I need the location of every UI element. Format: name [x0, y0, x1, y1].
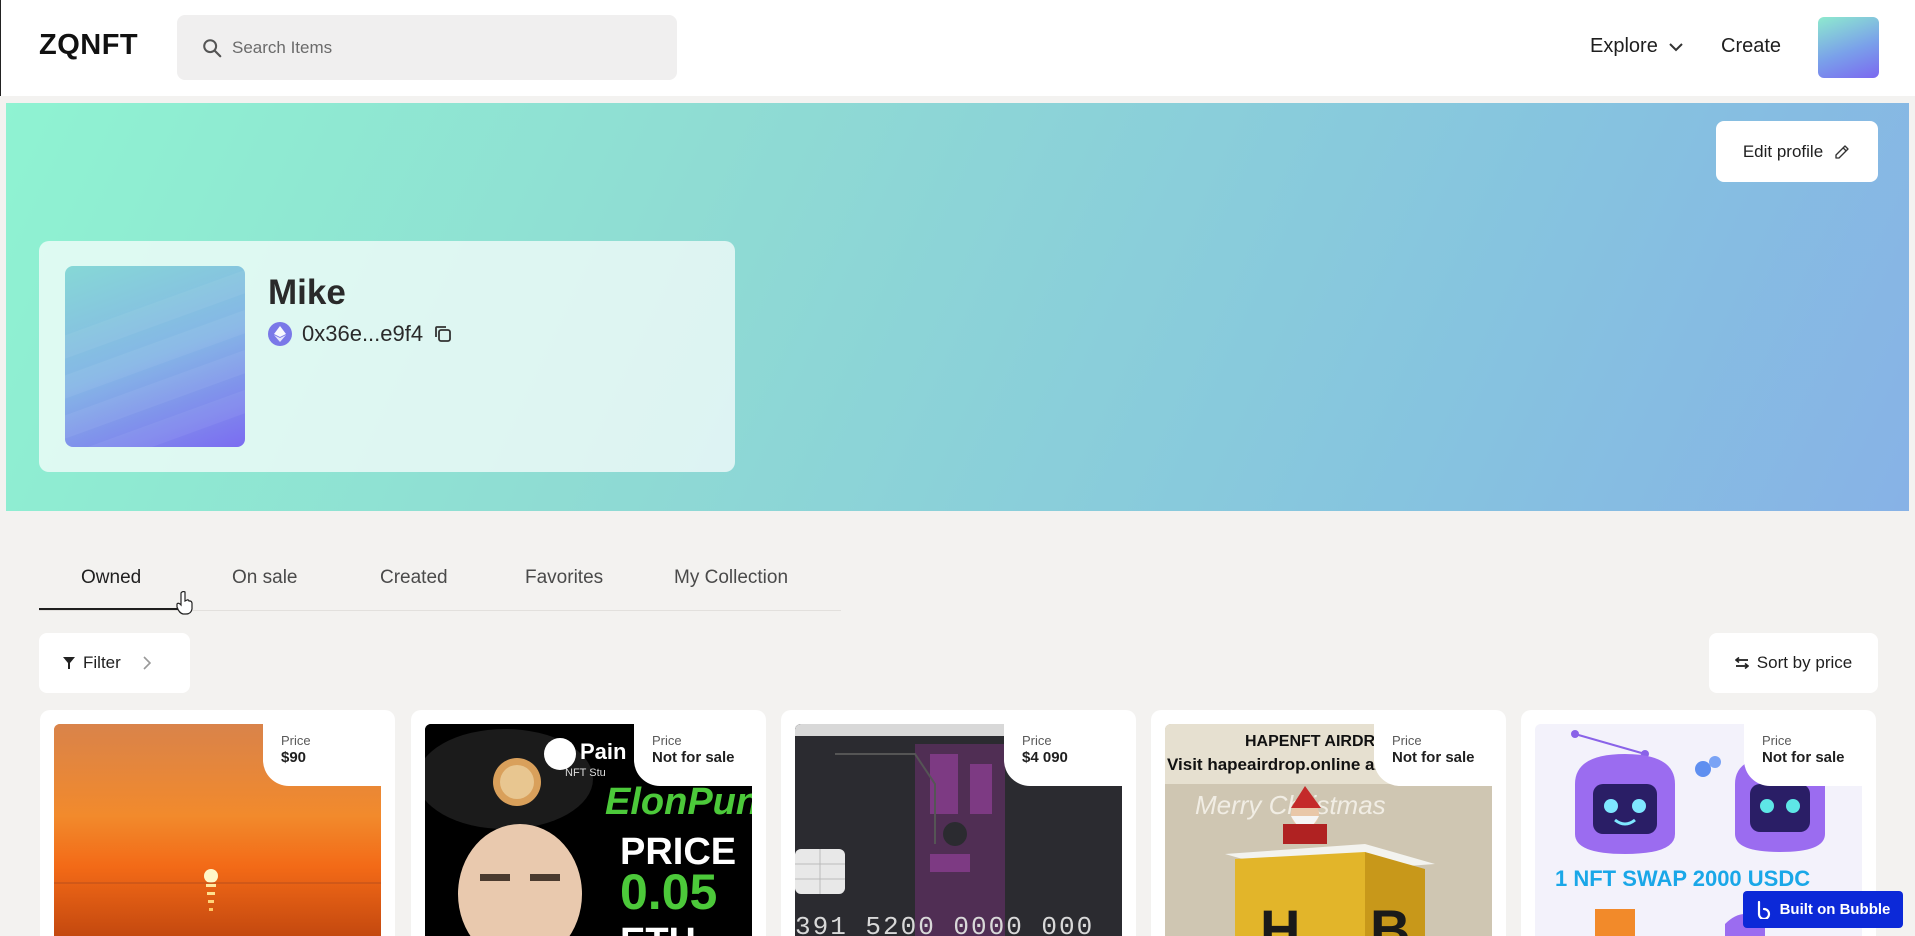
profile-name: Mike: [268, 273, 346, 312]
site-logo[interactable]: ZQNFT: [39, 29, 138, 62]
price-value: $4 090: [1022, 749, 1068, 766]
image-text: NFT Stu: [565, 767, 606, 779]
search-input[interactable]: [232, 15, 662, 80]
tab-my-collection[interactable]: My Collection: [674, 567, 788, 589]
filter-label: Filter: [83, 653, 121, 672]
price-label: Price: [1022, 733, 1052, 748]
image-text: H: [1260, 898, 1300, 936]
image-text: 1 NFT SWAP 2000 USDC: [1555, 866, 1810, 891]
tab-owned[interactable]: Owned: [81, 567, 141, 589]
edit-profile-button[interactable]: Edit profile: [1716, 121, 1878, 182]
profile-card: Mike 0x36e...e9f4: [39, 241, 735, 472]
sort-by-price-button[interactable]: Sort by price: [1709, 633, 1878, 693]
image-text: Pain: [580, 739, 626, 764]
edit-profile-label: Edit profile: [1742, 141, 1824, 161]
ethereum-icon: [268, 322, 292, 346]
image-text: ElonPunk: [605, 781, 752, 823]
chevron-down-icon: [1669, 42, 1683, 51]
filter-icon: [63, 657, 75, 669]
price-value: Not for sale: [1392, 749, 1475, 766]
image-text: Visit hapeairdrop.online an: [1167, 755, 1385, 774]
built-on-bubble-badge[interactable]: Built on Bubble: [1743, 891, 1903, 928]
nft-card[interactable]: HAPENFT AIRDR Visit hapeairdrop.online a…: [1151, 710, 1506, 936]
copy-icon[interactable]: [433, 324, 453, 344]
price-value: Not for sale: [652, 749, 735, 766]
top-header: ZQNFT Explore Create: [0, 0, 1915, 96]
nav-create[interactable]: Create: [1721, 35, 1781, 58]
image-text: ETH: [620, 921, 696, 936]
price-value: $90: [281, 749, 307, 766]
tab-created[interactable]: Created: [380, 567, 448, 589]
image-text: 391 5200 0000 000: [795, 912, 1094, 936]
user-avatar[interactable]: [1818, 17, 1879, 78]
image-text: Merry Christmas: [1195, 790, 1386, 820]
image-text: 0.05: [620, 864, 717, 920]
price-tag: Price $90: [263, 724, 381, 786]
price-label: Price: [281, 733, 311, 748]
nav-explore[interactable]: Explore: [1590, 35, 1684, 58]
price-tag: Price Not for sale: [1744, 724, 1862, 786]
sort-icon: [1734, 657, 1749, 669]
price-label: Price: [652, 733, 682, 748]
nav-explore-label: Explore: [1590, 35, 1658, 57]
chevron-right-icon: [143, 656, 151, 670]
pencil-icon: [1835, 144, 1849, 159]
price-tag: Price $4 090: [1004, 724, 1122, 786]
nft-card[interactable]: Pain NFT Stu ElonPunk PRICE 0.05 ETH Pri…: [411, 710, 766, 936]
filter-button[interactable]: Filter: [39, 633, 190, 693]
built-on-bubble-label: Built on Bubble: [1779, 901, 1891, 918]
wallet-address: 0x36e...e9f4: [268, 321, 453, 347]
image-text: B: [1370, 898, 1410, 936]
hand-cursor-icon: [176, 591, 193, 615]
price-tag: Price Not for sale: [1374, 724, 1492, 786]
wallet-address-text: 0x36e...e9f4: [302, 321, 424, 346]
tab-favorites[interactable]: Favorites: [525, 567, 603, 589]
image-text: HAPENFT AIRDR: [1245, 733, 1376, 750]
nft-card[interactable]: Price $90: [40, 710, 395, 936]
price-label: Price: [1392, 733, 1422, 748]
price-tag: Price Not for sale: [634, 724, 752, 786]
search-bar[interactable]: [177, 15, 677, 80]
sort-label: Sort by price: [1756, 653, 1853, 672]
price-label: Price: [1762, 733, 1792, 748]
profile-avatar: [65, 266, 245, 447]
search-icon: [203, 39, 222, 58]
profile-tabs: Owned On sale Created Favorites My Colle…: [39, 552, 841, 611]
nft-card[interactable]: 391 5200 0000 000 Price $4 090: [781, 710, 1136, 936]
bubble-logo-icon: [1757, 900, 1770, 919]
active-tab-indicator: [39, 608, 185, 610]
tab-on-sale[interactable]: On sale: [232, 567, 297, 589]
price-value: Not for sale: [1762, 749, 1845, 766]
